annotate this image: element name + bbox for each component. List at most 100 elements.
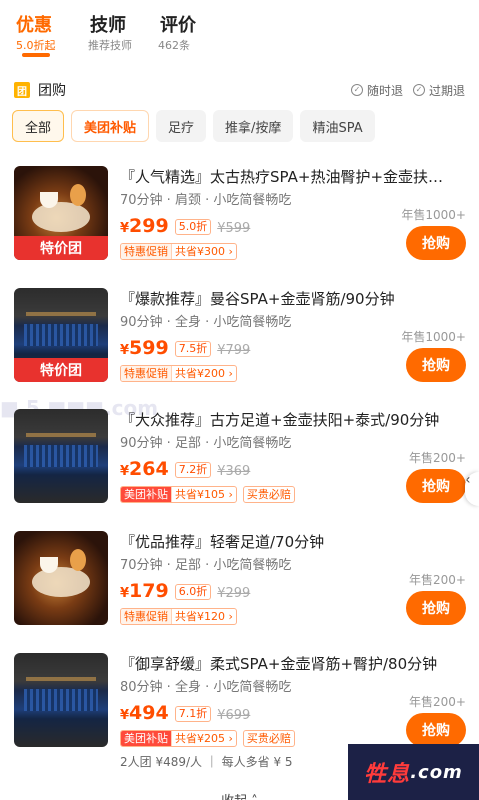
watermark-text: 牲息 xyxy=(364,762,411,787)
discount-badge: 7.5折 xyxy=(174,341,212,357)
deal-meta: 80分钟 · 全身 · 小吃简餐畅吃 xyxy=(120,680,292,695)
price-value: 179 xyxy=(129,580,169,602)
tab-technicians-title: 技师 xyxy=(90,15,126,36)
sales-count: 年售1000+ xyxy=(401,208,466,222)
original-price: ¥599 xyxy=(217,221,251,236)
subsidy-tag[interactable]: 美团补贴 共省¥205 › xyxy=(120,730,237,747)
sales-count: 年售1000+ xyxy=(401,330,466,344)
buy-button[interactable]: 抢购 xyxy=(406,469,466,503)
watermark-suffix: .com xyxy=(410,761,463,783)
tab-technicians-subtitle: 推荐技师 xyxy=(88,39,132,52)
deal-image[interactable] xyxy=(14,653,108,747)
refund-policies: ✓ 随时退 ✓ 过期退 xyxy=(341,82,465,99)
deal-title[interactable]: 『优品推荐』轻奢足道/70分钟 xyxy=(120,531,466,552)
promo-tag-savings: 共省¥120 › xyxy=(171,609,236,624)
tab-deals[interactable]: 优惠 5.0折起 xyxy=(14,0,86,62)
promo-tag-type: 特惠促销 xyxy=(121,244,171,259)
refund-expired: ✓ 过期退 xyxy=(412,82,465,99)
tab-reviews[interactable]: 评价 462条 xyxy=(156,0,228,62)
deal-price: ¥ 264 7.2折 ¥369 xyxy=(120,458,250,480)
site-watermark: 牲息 .com xyxy=(348,744,479,800)
buy-button[interactable]: 抢购 xyxy=(406,713,466,747)
sales-count: 年售200+ xyxy=(409,695,466,709)
deal-price: ¥ 299 5.0折 ¥599 xyxy=(120,215,250,237)
subsidy-tag-savings: 共省¥105 › xyxy=(171,487,236,502)
group-buy-icon: 团 xyxy=(14,82,30,98)
promo-tag[interactable]: 特惠促销 共省¥200 › xyxy=(120,365,237,382)
filter-chips: 全部 美团补贴 足疗 推拿/按摩 精油SPA xyxy=(12,110,375,142)
chip-all[interactable]: 全部 xyxy=(12,110,65,142)
promo-tag[interactable]: 特惠促销 共省¥120 › xyxy=(120,608,237,625)
deal-meta: 90分钟 · 足部 · 小吃简餐畅吃 xyxy=(120,436,292,451)
promo-tag-type: 特惠促销 xyxy=(121,366,171,381)
tab-deals-title: 优惠 xyxy=(16,15,52,36)
deal-image[interactable] xyxy=(14,409,108,503)
currency-symbol: ¥ xyxy=(120,586,130,601)
chip-meituan-subsidy[interactable]: 美团补贴 xyxy=(71,110,150,142)
section-title: 团购 xyxy=(38,83,66,99)
tab-reviews-title: 评价 xyxy=(160,15,196,36)
refund-anytime-label: 随时退 xyxy=(366,83,403,98)
deal-image[interactable] xyxy=(14,531,108,625)
special-price-badge: 特价团 xyxy=(14,358,108,382)
promo-tag-type: 特惠促销 xyxy=(121,609,171,624)
currency-symbol: ¥ xyxy=(120,343,130,358)
original-price: ¥299 xyxy=(217,586,251,601)
price-guarantee-tag: 买贵必赔 xyxy=(242,486,295,503)
currency-symbol: ¥ xyxy=(120,464,130,479)
deal-price: ¥ 179 6.0折 ¥299 xyxy=(120,580,250,602)
deal-item[interactable]: 『大众推荐』古方足道+金壶扶阳+泰式/90分钟 90分钟 · 足部 · 小吃简餐… xyxy=(14,409,466,503)
deal-item[interactable]: 特价团 『人气精选』太古热疗SPA+热油臀护+金壶扶… 70分钟 · 肩颈 · … xyxy=(14,166,466,260)
buy-button[interactable]: 抢购 xyxy=(406,348,466,382)
subsidy-tag-type: 美团补贴 xyxy=(121,487,171,502)
subsidy-tag[interactable]: 美团补贴 共省¥105 › xyxy=(120,486,237,503)
discount-badge: 5.0折 xyxy=(174,219,212,235)
deal-tags: 美团补贴 共省¥205 › 买贵必赔 xyxy=(120,730,295,747)
deal-title[interactable]: 『爆款推荐』曼谷SPA+金壶肾筋/90分钟 xyxy=(120,288,466,309)
chip-foot-massage[interactable]: 足疗 xyxy=(156,110,207,142)
deal-title[interactable]: 『御享舒缓』柔式SPA+金壶肾筋+臀护/80分钟 xyxy=(120,653,466,674)
deal-tags: 特惠促销 共省¥120 › xyxy=(120,608,243,625)
price-value: 599 xyxy=(129,337,169,359)
detail-tabs: 优惠 5.0折起 技师 推荐技师 评价 462条 xyxy=(0,0,479,62)
subsidy-tag-savings: 共省¥205 › xyxy=(171,731,236,746)
price-value: 264 xyxy=(129,458,169,480)
deal-item[interactable]: 『优品推荐』轻奢足道/70分钟 70分钟 · 足部 · 小吃简餐畅吃 ¥ 179… xyxy=(14,531,466,625)
discount-badge: 7.1折 xyxy=(174,706,212,722)
buy-button[interactable]: 抢购 xyxy=(406,226,466,260)
deal-item[interactable]: 特价团 『爆款推荐』曼谷SPA+金壶肾筋/90分钟 90分钟 · 全身 · 小吃… xyxy=(14,288,466,382)
deal-tags: 特惠促销 共省¥300 › xyxy=(120,243,243,260)
promo-tag-savings: 共省¥300 › xyxy=(171,244,236,259)
check-circle-icon: ✓ xyxy=(350,84,363,96)
sales-count: 年售200+ xyxy=(409,451,466,465)
deal-price: ¥ 494 7.1折 ¥699 xyxy=(120,702,250,724)
group-buy-note: 2人团 ¥489/人 ｜ 每人多省 ¥ 5 xyxy=(120,755,293,769)
original-price: ¥369 xyxy=(217,464,251,479)
deal-title[interactable]: 『大众推荐』古方足道+金壶扶阳+泰式/90分钟 xyxy=(120,409,466,430)
floating-edge-handle[interactable]: ‹ xyxy=(465,472,479,506)
price-guarantee-tag: 买贵必赔 xyxy=(242,730,295,747)
tab-deals-subtitle: 5.0折起 xyxy=(16,39,56,52)
chip-massage[interactable]: 推拿/按摩 xyxy=(213,110,294,142)
tab-technicians[interactable]: 技师 推荐技师 xyxy=(86,0,156,62)
sales-count: 年售200+ xyxy=(409,573,466,587)
check-circle-icon: ✓ xyxy=(412,84,425,96)
refund-anytime: ✓ 随时退 xyxy=(350,82,403,99)
chip-oil-spa[interactable]: 精油SPA xyxy=(300,110,375,142)
promo-tag-savings: 共省¥200 › xyxy=(171,366,236,381)
deal-meta: 90分钟 · 全身 · 小吃简餐畅吃 xyxy=(120,315,292,330)
deal-price: ¥ 599 7.5折 ¥799 xyxy=(120,337,250,359)
deal-meta: 70分钟 · 肩颈 · 小吃简餐畅吃 xyxy=(120,193,292,208)
deal-image[interactable]: 特价团 xyxy=(14,166,108,260)
deal-title[interactable]: 『人气精选』太古热疗SPA+热油臀护+金壶扶… xyxy=(120,166,466,187)
original-price: ¥699 xyxy=(217,708,251,723)
buy-button[interactable]: 抢购 xyxy=(406,591,466,625)
group-buy-header: 团 团购 ✓ 随时退 ✓ 过期退 xyxy=(14,78,465,102)
currency-symbol: ¥ xyxy=(120,221,130,236)
price-value: 299 xyxy=(129,215,169,237)
promo-tag[interactable]: 特惠促销 共省¥300 › xyxy=(120,243,237,260)
price-value: 494 xyxy=(129,702,169,724)
refund-expired-label: 过期退 xyxy=(428,83,465,98)
deal-image[interactable]: 特价团 xyxy=(14,288,108,382)
discount-badge: 6.0折 xyxy=(174,584,212,600)
